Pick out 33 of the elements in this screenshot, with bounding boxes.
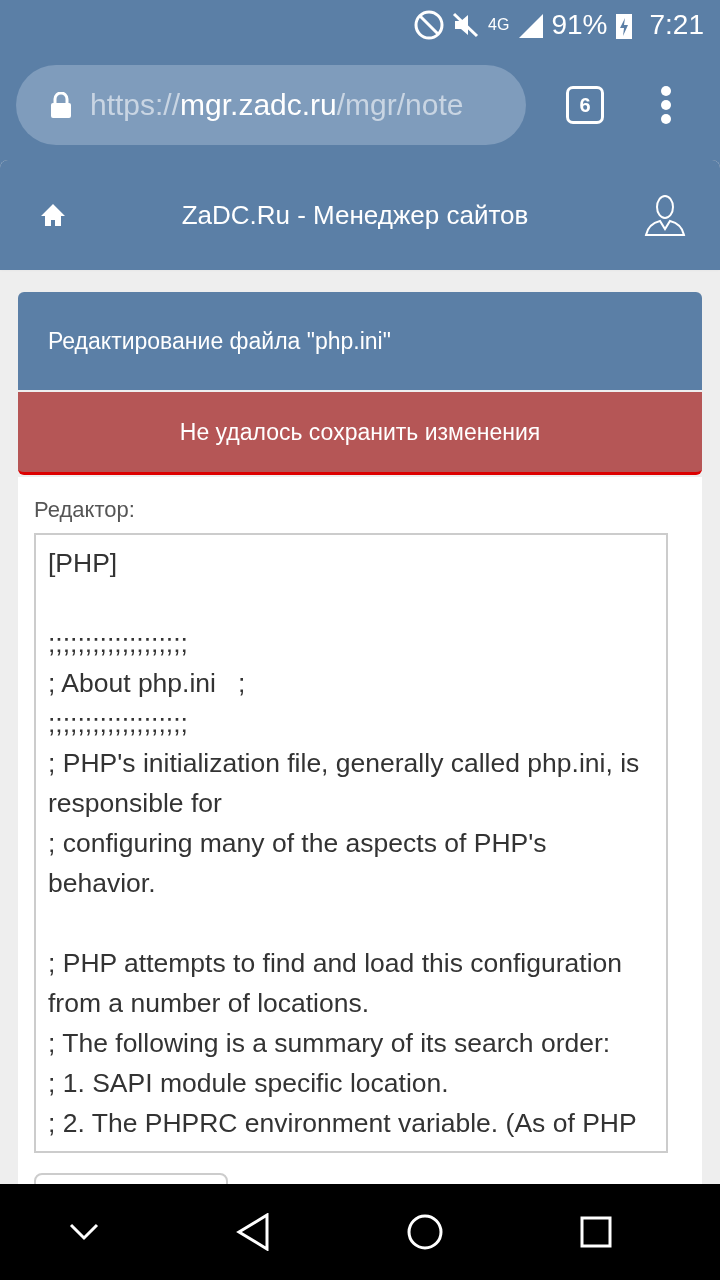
code-line: ;;;;;;;;;;;;;;;;;;; (48, 707, 189, 740)
code-line: [PHP] (48, 547, 119, 580)
home-circle-icon[interactable] (406, 1214, 443, 1250)
back-icon[interactable] (235, 1213, 270, 1251)
code-line: ; 1. SAPI module specific location. (48, 1067, 450, 1100)
code-line: ; PHP attempts to find and load this configuration from a number of locations. (48, 947, 624, 1020)
lock-icon (50, 92, 72, 118)
home-icon[interactable] (40, 203, 66, 227)
editor-label: Редактор: (34, 497, 136, 523)
url-text: https://mgr.zadc.ru/mgr/note (90, 88, 464, 122)
tab-count-button[interactable]: 6 (566, 86, 604, 124)
code-line: ; The following is a summary of its search order: (48, 1027, 612, 1060)
site-title: ZaDC.Ru - Менеджер сайтов (180, 199, 530, 231)
code-line: ; About php.ini ; (48, 667, 247, 700)
battery-percent: 91% (551, 9, 608, 41)
error-message: Не удалось сохранить изменения (18, 392, 702, 475)
mute-icon (452, 11, 481, 39)
do-not-disturb-icon (414, 10, 445, 40)
code-line: ; PHP's initialization file, generally called php.ini, is responsible for (48, 747, 641, 820)
code-line: ;;;;;;;;;;;;;;;;;;; (48, 627, 189, 660)
signal-icon (517, 12, 544, 38)
recents-icon[interactable] (579, 1216, 612, 1248)
code-line: ; 2. The PHPRC environment variable. (As of PHP (48, 1107, 638, 1140)
editor-field[interactable] (34, 533, 668, 1153)
network-type: 4G (488, 17, 510, 33)
panel-title: Редактирование файла "php.ini" (18, 292, 702, 390)
chevron-down-icon[interactable] (68, 1223, 99, 1241)
code-line: ; configuring many of the aspects of PHP's behavior. (48, 827, 548, 900)
menu-icon[interactable] (660, 86, 672, 124)
address-bar[interactable]: https://mgr.zadc.ru/mgr/note (16, 65, 526, 145)
battery-charging-icon (615, 11, 632, 39)
user-icon[interactable] (644, 194, 686, 236)
clock: 7:21 (649, 9, 704, 41)
